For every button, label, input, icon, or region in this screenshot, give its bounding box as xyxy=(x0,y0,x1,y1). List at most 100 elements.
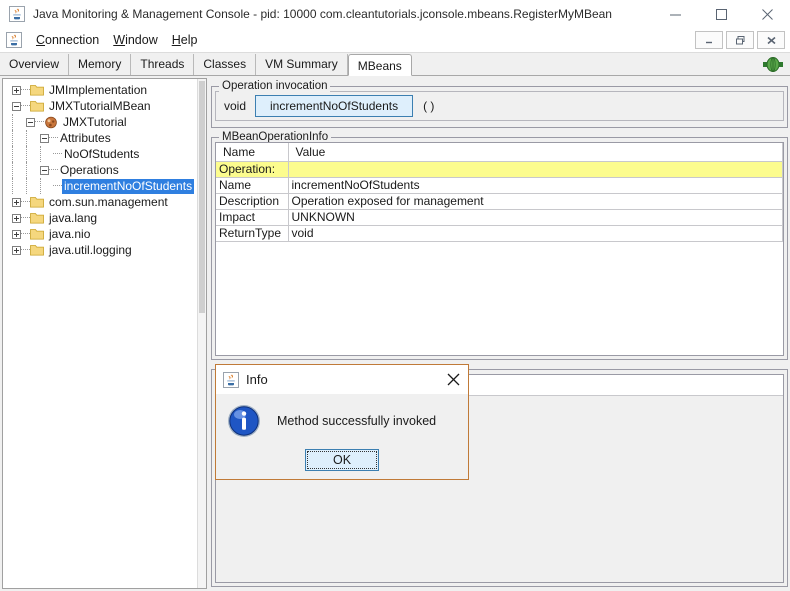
tree-connector xyxy=(26,162,28,178)
operation-invocation-row: void incrementNoOfStudents ( ) xyxy=(215,91,784,121)
table-row[interactable]: Name incrementNoOfStudents xyxy=(216,177,783,194)
expander-minus-icon[interactable] xyxy=(40,165,49,175)
operation-invocation-group: Operation invocation void incrementNoOfS… xyxy=(211,80,788,128)
info-circle-icon xyxy=(227,404,261,438)
tree-node-java-util-logging[interactable]: java.util.logging xyxy=(3,242,206,258)
scrollbar-thumb[interactable] xyxy=(199,81,205,313)
menu-item-connection-rest: onnection xyxy=(45,33,100,47)
tree-connector xyxy=(21,233,30,235)
internal-restore-icon[interactable] xyxy=(726,31,754,49)
table-header-row: Name Value xyxy=(216,143,783,162)
tree-node-jmxtutorial[interactable]: JMXTutorial xyxy=(3,114,206,130)
column-header-value[interactable]: Value xyxy=(288,143,783,162)
tree-connector xyxy=(26,178,28,194)
tree-node-operations[interactable]: Operations xyxy=(3,162,206,178)
cell-name: Description xyxy=(216,193,289,210)
tree-connector xyxy=(12,130,14,146)
java-cup-icon xyxy=(6,32,22,48)
table-row[interactable]: Operation: xyxy=(216,161,783,178)
tree-node-incrementnoofstudents[interactable]: incrementNoOfStudents xyxy=(3,178,206,194)
tree-connector xyxy=(21,217,30,219)
menu-item-help[interactable]: Help xyxy=(165,31,205,49)
tree-vertical-scrollbar[interactable] xyxy=(197,79,206,588)
info-dialog: Info Method successfully invoked OK xyxy=(215,364,469,480)
expander-minus-icon[interactable] xyxy=(12,101,21,111)
tab-vm-summary[interactable]: VM Summary xyxy=(256,54,348,75)
expander-plus-icon[interactable] xyxy=(12,213,21,223)
tree-node-label: JMXTutorial xyxy=(63,114,127,129)
expander-plus-icon[interactable] xyxy=(12,85,21,95)
expander-plus-icon[interactable] xyxy=(12,197,21,207)
tree-connector xyxy=(35,121,44,123)
invoke-operation-button[interactable]: incrementNoOfStudents xyxy=(255,95,414,117)
cell-name: ReturnType xyxy=(216,225,289,242)
operation-invocation-title: Operation invocation xyxy=(219,80,331,92)
folder-icon xyxy=(30,228,44,240)
window-controls xyxy=(652,0,790,28)
tree-connector xyxy=(21,249,30,251)
content-area: JMImplementation JMXTutorialMBean JMXTut… xyxy=(0,76,790,591)
application-window: Java Monitoring & Management Console - p… xyxy=(0,0,790,591)
tree-connector xyxy=(53,185,62,187)
tab-strip: Overview Memory Threads Classes VM Summa… xyxy=(0,53,790,76)
cell-name: Name xyxy=(216,177,289,194)
cell-value: Operation exposed for management xyxy=(288,193,783,210)
cell-name: Operation: xyxy=(216,161,289,178)
maximize-icon[interactable] xyxy=(698,0,744,28)
tab-classes[interactable]: Classes xyxy=(194,54,257,75)
tree-node-label: java.lang xyxy=(49,210,98,225)
tree-node-label: Operations xyxy=(60,162,119,177)
tree-node-noofstudents[interactable]: NoOfStudents xyxy=(3,146,206,162)
tree-node-attributes[interactable]: Attributes xyxy=(3,130,206,146)
internal-close-icon[interactable] xyxy=(757,31,785,49)
expander-minus-icon[interactable] xyxy=(40,133,49,143)
table-row[interactable]: Impact UNKNOWN xyxy=(216,209,783,226)
tab-overview[interactable]: Overview xyxy=(0,54,70,75)
dialog-title-bar: Info xyxy=(216,365,468,394)
tree-node-com-sun-management[interactable]: com.sun.management xyxy=(3,194,206,210)
title-bar: Java Monitoring & Management Console - p… xyxy=(0,0,790,28)
folder-icon xyxy=(30,212,44,224)
tree-connector xyxy=(49,137,58,139)
internal-minimize-icon[interactable] xyxy=(695,31,723,49)
tree-connector xyxy=(21,105,30,107)
table-row[interactable]: Description Operation exposed for manage… xyxy=(216,193,783,210)
expander-plus-icon[interactable] xyxy=(12,229,21,239)
ok-button[interactable]: OK xyxy=(305,449,379,471)
tree-node-jmimplementation[interactable]: JMImplementation xyxy=(3,82,206,98)
menu-item-connection[interactable]: Connection xyxy=(29,31,106,49)
mbean-operation-info-group: MBeanOperationInfo Name Value Operation: xyxy=(211,131,788,360)
expander-minus-icon[interactable] xyxy=(26,117,35,127)
operation-return-type: void xyxy=(224,99,247,113)
tree-node-java-lang[interactable]: java.lang xyxy=(3,210,206,226)
cell-value: void xyxy=(288,225,783,242)
close-icon[interactable] xyxy=(744,0,790,28)
cell-value: incrementNoOfStudents xyxy=(288,177,783,194)
tab-mbeans[interactable]: MBeans xyxy=(347,54,412,76)
mbean-detail-panel: Operation invocation void incrementNoOfS… xyxy=(211,78,788,589)
mbean-tree-panel[interactable]: JMImplementation JMXTutorialMBean JMXTut… xyxy=(2,78,207,589)
tree-node-label: NoOfStudents xyxy=(64,146,140,161)
java-cup-icon xyxy=(223,371,239,388)
tab-memory[interactable]: Memory xyxy=(69,54,132,75)
internal-frame-controls xyxy=(695,31,790,49)
tree-connector xyxy=(21,89,30,91)
minimize-icon[interactable] xyxy=(652,0,698,28)
tree-node-java-nio[interactable]: java.nio xyxy=(3,226,206,242)
window-title: Java Monitoring & Management Console - p… xyxy=(33,7,612,21)
close-icon[interactable] xyxy=(438,365,468,394)
menu-item-window[interactable]: Window xyxy=(106,31,164,49)
cell-name: Impact xyxy=(216,209,289,226)
tree-connector xyxy=(40,178,42,194)
menu-bar: Connection Window Help xyxy=(0,28,790,53)
tree-node-label: JMImplementation xyxy=(49,82,148,97)
menu-item-help-rest: elp xyxy=(180,33,198,47)
tab-threads[interactable]: Threads xyxy=(131,54,195,75)
tree-node-label-selected: incrementNoOfStudents xyxy=(62,178,195,194)
mbean-icon xyxy=(44,116,58,129)
tree-node-jmxtutorialmbean[interactable]: JMXTutorialMBean xyxy=(3,98,206,114)
table-row[interactable]: ReturnType void xyxy=(216,225,783,242)
column-header-name[interactable]: Name xyxy=(216,143,289,162)
expander-plus-icon[interactable] xyxy=(12,245,21,255)
menu-item-window-rest: indow xyxy=(125,33,158,47)
